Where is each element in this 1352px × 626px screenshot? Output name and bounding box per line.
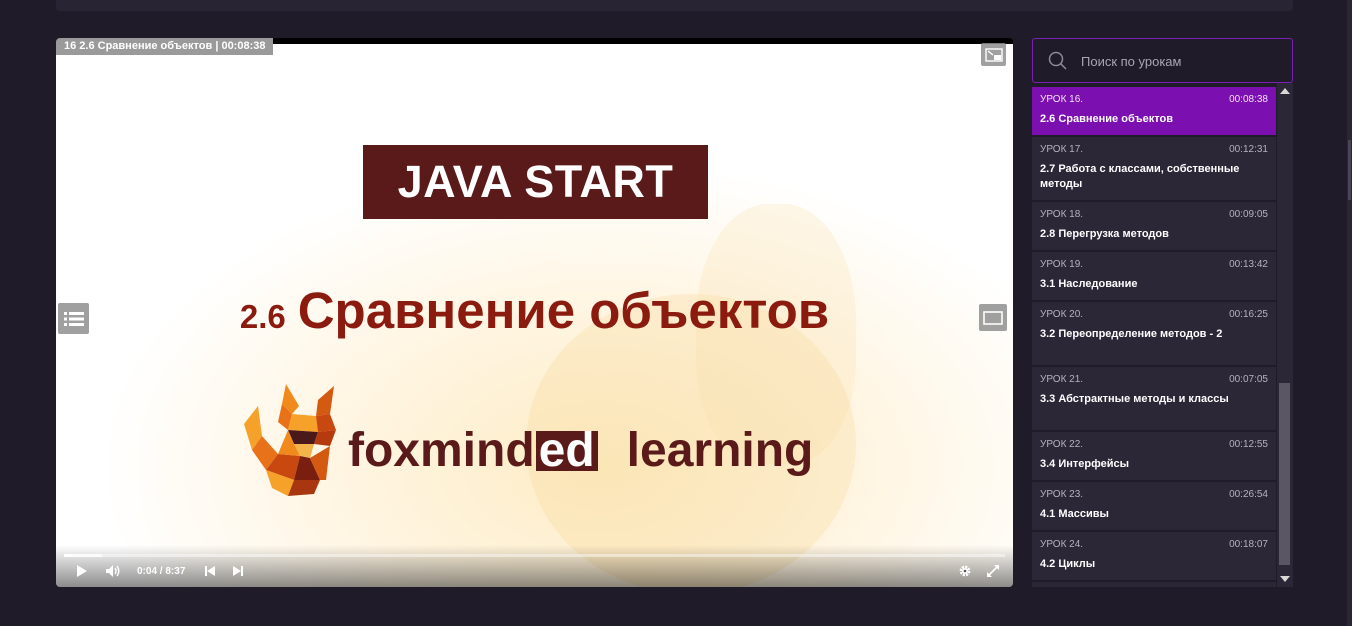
lesson-title: 3.2 Переопределение методов - 2 — [1040, 328, 1223, 340]
pip-button[interactable] — [981, 43, 1006, 66]
progress-played — [64, 554, 72, 557]
settings-icon — [959, 565, 971, 577]
lesson-header: УРОК 24. 00:18:07 — [1040, 539, 1268, 550]
lesson-duration: 00:12:31 — [1229, 144, 1268, 155]
lesson-duration: 00:16:25 — [1229, 309, 1268, 320]
slide-banner: JAVA START — [363, 145, 708, 219]
lesson-number: УРОК 17. — [1040, 144, 1084, 155]
lesson-title: 3.4 Интерфейсы — [1040, 458, 1129, 470]
lesson-header: УРОК 19. 00:13:42 — [1040, 259, 1268, 270]
lesson-header: УРОК 20. 00:16:25 — [1040, 309, 1268, 320]
slide-lesson-text: Сравнение объектов — [297, 282, 830, 339]
lesson-item[interactable]: УРОК 16. 00:08:38 2.6 Сравнение объектов — [1032, 87, 1276, 135]
lesson-duration: 00:18:07 — [1229, 539, 1268, 550]
brand-prefix: foxmind — [348, 423, 535, 477]
page-scrollbar[interactable] — [1347, 0, 1352, 626]
pip-icon — [984, 47, 1003, 62]
lesson-title: 4.1 Массивы — [1040, 508, 1109, 520]
lesson-number: УРОК 20. — [1040, 309, 1084, 320]
lesson-item[interactable]: УРОК 19. 00:13:42 3.1 Наследование — [1032, 252, 1276, 300]
lesson-title: 3.3 Абстрактные методы и классы — [1040, 393, 1229, 405]
lesson-title: 3.1 Наследование — [1040, 278, 1138, 290]
slide-lesson-number: 2.6 — [239, 298, 286, 335]
lesson-title: 2.7 Работа с классами, собственные метод… — [1040, 163, 1240, 190]
lesson-header: УРОК 21. 00:07:05 — [1040, 374, 1268, 385]
lesson-header: УРОК 16. 00:08:38 — [1040, 94, 1268, 105]
fullscreen-icon — [987, 565, 999, 577]
fullscreen-button[interactable] — [986, 563, 1000, 579]
lesson-number: УРОК 22. — [1040, 439, 1084, 450]
lesson-duration: 00:07:05 — [1229, 374, 1268, 385]
play-icon — [77, 565, 87, 577]
lesson-title: 2.8 Перегрузка методов — [1040, 228, 1169, 240]
lesson-item[interactable]: УРОК 25.00:18:294.3 Коллекции — [1032, 582, 1276, 587]
search-input[interactable] — [1079, 49, 1283, 73]
screen-mode-icon — [983, 310, 1003, 325]
lesson-header: УРОК 18. 00:09:05 — [1040, 209, 1268, 220]
lesson-list-scrollbar[interactable] — [1277, 83, 1293, 587]
lesson-number: УРОК 16. — [1040, 94, 1084, 105]
playlist-icon — [63, 311, 84, 326]
volume-button[interactable] — [105, 563, 121, 579]
time-separator: / — [159, 565, 163, 577]
top-bar — [56, 0, 1293, 11]
lesson-number: УРОК 21. — [1040, 374, 1084, 385]
slide-brand: foxmind ed learning — [348, 420, 813, 480]
lesson-item[interactable]: УРОК 20. 00:16:25 3.2 Переопределение мето… — [1032, 302, 1276, 365]
next-button[interactable] — [232, 563, 244, 579]
lesson-duration: 00:08:38 — [1229, 94, 1268, 105]
video-frame[interactable]: JAVA START 2.6 Сравнение объектов foxmind… — [56, 44, 1013, 587]
lesson-header: УРОК 23. 00:26:54 — [1040, 489, 1268, 500]
duration-time: 8:37 — [165, 565, 186, 577]
lesson-header: УРОК 22. 00:12:55 — [1040, 439, 1268, 450]
lesson-number: УРОК 24. — [1040, 539, 1084, 550]
slide-lesson-title: 2.6 Сравнение объектов — [56, 281, 1013, 340]
lesson-list: УРОК 16. 00:08:38 2.6 Сравнение объектов УР… — [1032, 87, 1276, 587]
lesson-item[interactable]: УРОК 22. 00:12:55 3.4 Интерфейсы — [1032, 432, 1276, 480]
lesson-duration: 00:13:42 — [1229, 259, 1268, 270]
video-title-label: 16 2.6 Сравнение объектов | 00:08:38 — [56, 38, 274, 55]
lesson-title: 2.6 Сравнение объектов — [1040, 113, 1173, 125]
playlist-button[interactable] — [58, 303, 89, 334]
screen-mode-button[interactable] — [979, 304, 1007, 331]
lesson-duration: 00:26:54 — [1229, 489, 1268, 500]
previous-button[interactable] — [204, 563, 216, 579]
settings-button[interactable] — [958, 563, 972, 579]
lesson-item[interactable]: УРОК 17. 00:12:31 2.7 Работа с классами, с… — [1032, 137, 1276, 200]
lesson-search[interactable] — [1032, 38, 1293, 83]
fox-logo-icon — [244, 384, 336, 496]
player-controls: 0:04 / 8:37 — [56, 545, 1013, 587]
lesson-duration: 00:12:55 — [1229, 439, 1268, 450]
video-player[interactable]: JAVA START 2.6 Сравнение объектов foxmind… — [56, 38, 1013, 587]
lesson-item[interactable]: УРОК 21. 00:07:05 3.3 Абстрактные методы и… — [1032, 367, 1276, 430]
scroll-down-icon[interactable] — [1280, 576, 1290, 582]
brand-highlight: ed — [535, 427, 598, 475]
lesson-title: 4.2 Циклы — [1040, 558, 1096, 570]
lesson-number: УРОК 23. — [1040, 489, 1084, 500]
next-icon — [233, 566, 243, 576]
lesson-item[interactable]: УРОК 18. 00:09:05 2.8 Перегрузка методов — [1032, 202, 1276, 250]
brand-suffix: learning — [626, 423, 814, 477]
time-display: 0:04 / 8:37 — [137, 563, 185, 579]
lesson-number: УРОК 18. — [1040, 209, 1084, 220]
scrollbar-thumb[interactable] — [1279, 383, 1290, 565]
page-scrollbar-thumb[interactable] — [1348, 140, 1351, 200]
previous-icon — [205, 566, 215, 576]
play-button[interactable] — [76, 563, 88, 579]
current-time: 0:04 — [137, 565, 158, 577]
scroll-up-icon[interactable] — [1280, 88, 1290, 94]
lesson-duration: 00:09:05 — [1229, 209, 1268, 220]
lesson-item[interactable]: УРОК 23. 00:26:54 4.1 Массивы — [1032, 482, 1276, 530]
lesson-item[interactable]: УРОК 24. 00:18:07 4.2 Циклы — [1032, 532, 1276, 580]
search-icon — [1048, 51, 1067, 70]
progress-bar[interactable] — [64, 554, 1005, 557]
volume-icon — [106, 565, 120, 577]
lesson-header: УРОК 17. 00:12:31 — [1040, 144, 1268, 155]
lesson-number: УРОК 19. — [1040, 259, 1084, 270]
